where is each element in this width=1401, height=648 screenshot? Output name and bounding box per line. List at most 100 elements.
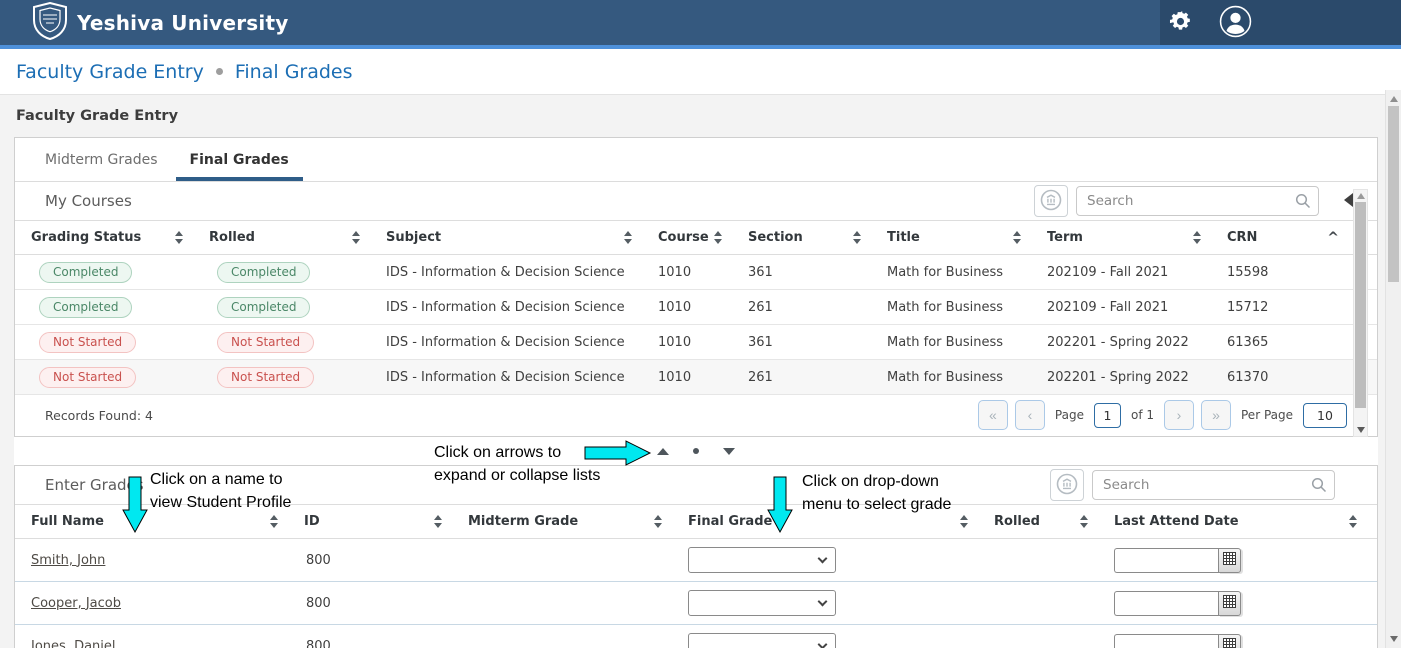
- courses-search-input[interactable]: [1076, 186, 1319, 216]
- gear-icon: [1168, 9, 1193, 37]
- student-name-link[interactable]: Jones, Daniel: [31, 639, 116, 648]
- column-header-subject: Subject: [386, 230, 658, 245]
- expand-up-button[interactable]: [653, 444, 673, 459]
- scroll-up-icon[interactable]: [1390, 96, 1398, 102]
- university-shield-logo-icon: [33, 2, 67, 44]
- annotation-expand-collapse: Click on arrows to expand or collapse li…: [434, 441, 600, 487]
- sort-down-icon: [714, 239, 722, 244]
- page-number-input[interactable]: [1094, 403, 1121, 428]
- cell-rolled: Completed: [209, 297, 386, 318]
- column-label: Rolled: [209, 230, 255, 245]
- sort-toggle-icon[interactable]: [1013, 231, 1021, 244]
- column-label: Full Name: [31, 514, 104, 529]
- sort-toggle-icon[interactable]: [434, 515, 442, 528]
- grid-settings-button[interactable]: [1050, 469, 1084, 501]
- courses-grid-footer: Records Found: 4 « ‹ Page of 1 › » Per P…: [15, 395, 1377, 435]
- sort-toggle-icon[interactable]: [1080, 515, 1088, 528]
- students-table-body: Smith, John800Cooper, Jacob800Jones, Dan…: [15, 539, 1377, 648]
- collapse-panel-left-icon[interactable]: [1344, 193, 1353, 207]
- column-label: Subject: [386, 230, 441, 245]
- brand: Yeshiva University: [0, 2, 288, 44]
- student-name-link[interactable]: Smith, John: [31, 553, 105, 568]
- cell-section: 261: [748, 300, 887, 315]
- sort-toggle-icon[interactable]: [714, 231, 722, 244]
- final-grade-select[interactable]: [688, 547, 836, 573]
- student-name-link[interactable]: Cooper, Jacob: [31, 596, 121, 611]
- courses-scrollbar-thumb[interactable]: [1355, 202, 1366, 408]
- scroll-down-icon[interactable]: [1357, 427, 1365, 433]
- annotation-arrow-down-icon: [122, 476, 148, 538]
- first-page-button[interactable]: «: [978, 400, 1008, 430]
- my-courses-header: My Courses: [15, 182, 1377, 220]
- sort-toggle-icon[interactable]: [352, 231, 360, 244]
- grid-settings-button[interactable]: [1034, 185, 1068, 217]
- sort-toggle-icon[interactable]: [624, 231, 632, 244]
- expand-down-button[interactable]: [719, 444, 739, 459]
- tab-final-grades[interactable]: Final Grades: [176, 138, 303, 181]
- sort-toggle-icon[interactable]: [654, 515, 662, 528]
- next-page-button[interactable]: ›: [1164, 400, 1194, 430]
- sort-toggle-icon[interactable]: [1349, 515, 1357, 528]
- cell-full-name: Cooper, Jacob: [31, 596, 304, 611]
- column-label: Final Grade: [688, 514, 772, 529]
- course-row: CompletedCompletedIDS - Information & De…: [15, 255, 1377, 290]
- last-attend-date-input[interactable]: [1114, 634, 1218, 648]
- calendar-button[interactable]: [1218, 591, 1241, 616]
- sort-up-icon: [654, 515, 662, 520]
- sort-down-icon: [1193, 239, 1201, 244]
- triangle-up-icon: [657, 448, 669, 455]
- cell-id: 800: [304, 553, 468, 568]
- cell-full-name: Jones, Daniel: [31, 639, 304, 648]
- scroll-up-icon[interactable]: [1357, 193, 1365, 199]
- final-grade-select[interactable]: [688, 633, 836, 648]
- settings-button[interactable]: [1168, 9, 1193, 37]
- column-header-rolled: Rolled: [209, 230, 386, 245]
- breadcrumb-final-grades[interactable]: Final Grades: [235, 61, 353, 83]
- cell-last-attend-date: [1114, 548, 1377, 573]
- sort-toggle-icon[interactable]: [270, 515, 278, 528]
- last-attend-date-field: [1114, 634, 1241, 648]
- sort-toggle-icon[interactable]: [1193, 231, 1201, 244]
- records-found-label: Records Found: 4: [45, 408, 153, 423]
- breadcrumb-separator-dot: [216, 68, 223, 75]
- sort-up-icon: [960, 515, 968, 520]
- final-grade-select[interactable]: [688, 590, 836, 616]
- students-search: [1092, 470, 1335, 500]
- sort-toggle-icon[interactable]: [853, 231, 861, 244]
- status-badge: Not Started: [217, 332, 314, 353]
- sort-toggle-icon[interactable]: [960, 515, 968, 528]
- calendar-button[interactable]: [1218, 634, 1241, 648]
- per-page-select[interactable]: 10: [1303, 403, 1347, 428]
- cell-full-name: Smith, John: [31, 553, 304, 568]
- sort-down-icon: [960, 523, 968, 528]
- page-scrollbar-thumb[interactable]: [1388, 106, 1399, 282]
- sort-down-icon: [1080, 523, 1088, 528]
- last-attend-date-field: [1114, 548, 1241, 573]
- cell-subject: IDS - Information & Decision Science: [386, 300, 658, 315]
- annotation-dropdown-grade: Click on drop-down menu to select grade: [802, 470, 951, 516]
- cell-last-attend-date: [1114, 591, 1377, 616]
- scroll-down-icon[interactable]: [1390, 636, 1398, 642]
- calendar-button[interactable]: [1218, 548, 1241, 573]
- cell-final-grade: [688, 633, 994, 648]
- previous-page-button[interactable]: ‹: [1015, 400, 1045, 430]
- grade-tabs: Midterm Grades Final Grades: [15, 138, 1377, 182]
- sort-toggle-icon[interactable]: [175, 231, 183, 244]
- last-attend-date-input[interactable]: [1114, 591, 1218, 616]
- last-attend-date-input[interactable]: [1114, 548, 1218, 573]
- cell-rolled: Not Started: [209, 332, 386, 353]
- courses-table-body: CompletedCompletedIDS - Information & De…: [15, 255, 1377, 395]
- cell-title: Math for Business: [887, 265, 1047, 280]
- column-header-section: Section: [748, 230, 887, 245]
- tab-midterm-grades[interactable]: Midterm Grades: [31, 138, 172, 181]
- breadcrumb-faculty-grade-entry[interactable]: Faculty Grade Entry: [16, 61, 204, 83]
- page-title: Faculty Grade Entry: [16, 105, 1401, 127]
- restore-split-button[interactable]: [689, 444, 703, 458]
- last-page-button[interactable]: »: [1201, 400, 1231, 430]
- students-search-input[interactable]: [1092, 470, 1335, 500]
- cell-title: Math for Business: [887, 300, 1047, 315]
- sort-down-icon: [434, 523, 442, 528]
- sort-ascending-icon[interactable]: ^: [1327, 230, 1339, 246]
- sort-down-icon: [175, 239, 183, 244]
- profile-button[interactable]: [1219, 5, 1252, 41]
